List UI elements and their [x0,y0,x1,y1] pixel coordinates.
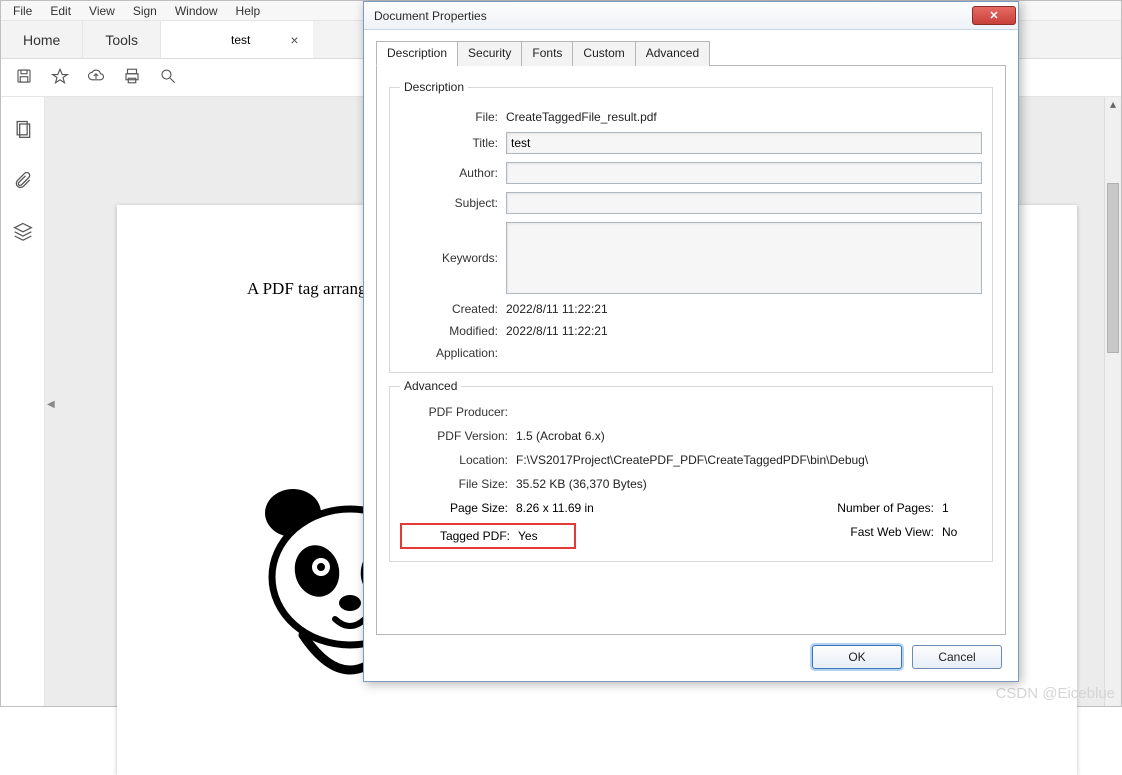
modified-value: 2022/8/11 11:22:21 [506,324,982,338]
menu-edit[interactable]: Edit [42,2,79,20]
location-value: F:\VS2017Project\CreatePDF_PDF\CreateTag… [516,453,982,467]
dialog-titlebar[interactable]: Document Properties ✕ [364,2,1018,30]
fastweb-label: Fast Web View: [832,525,942,539]
version-value: 1.5 (Acrobat 6.x) [516,429,982,443]
description-legend: Description [400,80,468,94]
scrollbar[interactable]: ▴ [1104,97,1121,706]
location-label: Location: [400,453,516,467]
watermark: CSDN @Eiceblue [996,685,1115,702]
dialog-tabset: Description Security Fonts Custom Advanc… [376,40,1006,66]
numpages-label: Number of Pages: [832,501,942,515]
description-group: Description File:CreateTaggedFile_result… [389,80,993,373]
tab-custom[interactable]: Custom [572,41,635,66]
tab-security[interactable]: Security [457,41,522,66]
keywords-label: Keywords: [400,251,506,265]
tab-description[interactable]: Description [376,41,458,66]
author-label: Author: [400,166,506,180]
tab-advanced[interactable]: Advanced [635,41,710,66]
tab-close-button[interactable]: × [290,32,298,48]
menu-help[interactable]: Help [228,2,269,20]
tab-home[interactable]: Home [1,21,83,58]
pages-panel-icon[interactable] [13,119,33,142]
menu-sign[interactable]: Sign [125,2,165,20]
advanced-group: Advanced PDF Producer: PDF Version:1.5 (… [389,379,993,562]
layers-icon[interactable] [13,221,33,244]
application-label: Application: [400,346,506,360]
ok-button[interactable]: OK [812,645,902,669]
modified-label: Modified: [400,324,506,338]
numpages-value: 1 [942,501,982,515]
save-icon[interactable] [15,67,33,88]
producer-value [516,405,982,419]
keywords-input[interactable] [506,222,982,294]
cancel-button[interactable]: Cancel [912,645,1002,669]
tab-document[interactable]: test × [161,21,313,58]
tab-tools[interactable]: Tools [83,21,161,58]
tagged-pdf-highlight: Tagged PDF: Yes [400,523,576,549]
author-input[interactable] [506,162,982,184]
pagesize-label: Page Size: [400,501,516,515]
pagesize-value: 8.26 x 11.69 in [516,501,656,515]
filesize-value: 35.52 KB (36,370 Bytes) [516,477,982,491]
created-label: Created: [400,302,506,316]
file-value: CreateTaggedFile_result.pdf [506,110,982,124]
print-icon[interactable] [123,67,141,88]
title-label: Title: [400,136,506,150]
menu-file[interactable]: File [5,2,40,20]
subject-input[interactable] [506,192,982,214]
filesize-label: File Size: [400,477,516,491]
cloud-upload-icon[interactable] [87,67,105,88]
collapse-rail-icon[interactable]: ◀ [47,399,55,410]
producer-label: PDF Producer: [400,405,516,419]
tagged-label: Tagged PDF: [402,529,518,543]
advanced-legend: Advanced [400,379,461,393]
zoom-icon[interactable] [159,67,177,88]
tab-description-page: Description File:CreateTaggedFile_result… [376,66,1006,635]
tab-document-label: test [231,33,250,47]
tab-fonts[interactable]: Fonts [521,41,573,66]
scrollbar-thumb[interactable] [1107,183,1119,353]
dialog-title: Document Properties [374,9,487,23]
menu-window[interactable]: Window [167,2,226,20]
file-label: File: [400,110,506,124]
star-icon[interactable] [51,67,69,88]
document-properties-dialog: Document Properties ✕ Description Securi… [363,1,1019,682]
subject-label: Subject: [400,196,506,210]
version-label: PDF Version: [400,429,516,443]
dialog-close-button[interactable]: ✕ [972,6,1016,25]
title-input[interactable] [506,132,982,154]
created-value: 2022/8/11 11:22:21 [506,302,982,316]
tagged-value: Yes [518,529,578,543]
menu-view[interactable]: View [81,2,123,20]
scroll-up-icon[interactable]: ▴ [1105,97,1121,111]
left-rail [1,97,45,706]
fastweb-value: No [942,525,982,539]
attachments-icon[interactable] [13,170,33,193]
